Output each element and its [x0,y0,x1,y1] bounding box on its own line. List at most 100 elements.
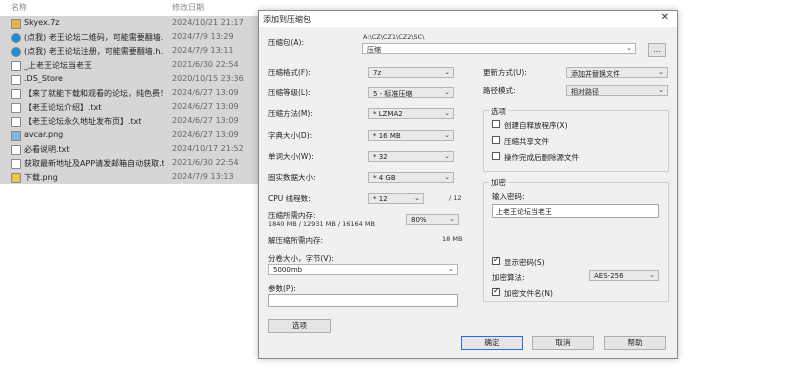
enc-method-select[interactable]: AES-256 ⌄ [589,270,659,281]
file-row[interactable]: .DS_Store 2020/10/15 23:36 [0,72,262,86]
format-label: 压缩格式(F): [268,68,311,77]
file-row[interactable]: (点我) 老王论坛二维码，可能需要翻墙... 2024/7/9 13:29 [0,30,262,44]
method-value: * LZMA2 [373,110,403,118]
update-select[interactable]: 添加并替换文件 ⌄ [566,67,668,78]
dict-label: 字典大小(D): [268,131,313,140]
file-date: 2021/6/30 22:54 [172,60,239,69]
chevron-down-icon: ⌄ [444,68,450,76]
file-name: avcar.png [24,130,64,139]
file-row[interactable]: (点我) 老王论坛注册，可能需要翻墙.h... 2024/7/9 13:11 [0,44,262,58]
text-file-icon [11,117,21,127]
close-icon[interactable]: ✕ [661,12,669,23]
solid-select[interactable]: * 4 GB ⌄ [368,172,454,183]
solid-label: 固实数据大小: [268,173,316,182]
add-to-archive-dialog: 添加到压缩包 ✕ 压缩包(A): A:\CZ\CZ1\CZ2\SC\ 压缩 ⌄ … [258,10,678,359]
file-date: 2024/10/21 21:17 [172,18,244,27]
dialog-titlebar: 添加到压缩包 ✕ [259,11,677,27]
text-file-icon [11,103,21,113]
file-row[interactable]: 下载.png 2024/7/9 13:13 [0,170,262,184]
delete-checkbox[interactable] [492,152,500,160]
options-button[interactable]: 选项 [268,319,331,333]
file-date: 2024/10/17 21:52 [172,144,244,153]
file-row[interactable]: 【老王论坛永久地址发布页】.txt 2024/6/27 13:09 [0,114,262,128]
folder-zip-icon [11,19,21,29]
word-value: * 32 [373,153,388,161]
word-label: 单词大小(W): [268,152,314,161]
image-icon [11,173,21,183]
enc-method-label: 加密算法: [492,273,525,282]
chevron-down-icon: ⌄ [444,152,450,160]
file-row[interactable]: avcar.png 2024/6/27 13:09 [0,128,262,142]
level-select[interactable]: 5 - 标准压缩 ⌄ [368,87,454,98]
shared-checkbox[interactable] [492,136,500,144]
file-row[interactable]: _上老王论坛当老王 2021/6/30 22:54 [0,58,262,72]
method-select[interactable]: * LZMA2 ⌄ [368,108,454,119]
file-name: 必看说明.txt [24,145,70,154]
level-label: 压缩等级(L): [268,88,311,97]
pathmode-value: 相对路径 [571,88,599,96]
file-date: 2024/6/27 13:09 [172,88,239,97]
mem-percent-select[interactable]: 80% ⌄ [406,214,459,225]
solid-value: * 4 GB [373,174,396,182]
file-icon [11,75,21,85]
cancel-button[interactable]: 取消 [532,336,594,350]
split-label: 分卷大小，字节(V): [268,254,335,263]
chevron-down-icon: ⌄ [444,109,450,117]
shared-label: 压缩共享文件 [504,137,549,146]
file-name: (点我) 老王论坛二维码，可能需要翻墙... [24,33,164,42]
file-date: 2024/6/27 13:09 [172,116,239,125]
params-field[interactable] [268,294,458,307]
update-label: 更新方式(U): [483,68,527,77]
chevron-down-icon: ⌄ [658,86,664,94]
archive-name-combo[interactable]: 压缩 ⌄ [362,43,636,54]
dict-select[interactable]: * 16 MB ⌄ [368,130,454,141]
password-field[interactable]: 上老王论坛当老王 [492,204,659,218]
file-name: 下载.png [24,173,58,182]
file-row[interactable]: 【老王论坛介绍】.txt 2024/6/27 13:09 [0,100,262,114]
pathmode-select[interactable]: 相对路径 ⌄ [566,85,668,96]
chevron-down-icon: ⌄ [658,68,664,76]
split-combo[interactable]: 5000mb ⌄ [268,264,458,275]
delete-label: 操作完成后删除源文件 [504,153,579,162]
sfx-label: 创建自释放程序(X) [504,121,568,130]
mem-values: 1840 MB / 12931 MB / 16164 MB [268,220,375,228]
file-date: 2020/10/15 23:36 [172,74,244,83]
options-group-label: 选项 [489,106,508,117]
threads-max: / 12 [449,194,462,202]
file-row[interactable]: 【来了就能下载和观看的论坛，纯色费！... 2024/6/27 13:09 [0,86,262,100]
decomp-label: 解压缩所需内存: [268,236,324,245]
column-name-header[interactable]: 名称 [11,2,27,13]
dict-value: * 16 MB [373,132,401,140]
enc-method-value: AES-256 [594,272,624,280]
sfx-checkbox[interactable] [492,120,500,128]
format-select[interactable]: 7z ⌄ [368,67,454,78]
file-date: 2024/7/9 13:29 [172,32,234,41]
encryption-group-label: 加密 [489,177,508,188]
image-icon [11,131,21,141]
encrypt-names-checkbox[interactable] [492,286,500,296]
browse-button[interactable]: ... [648,43,666,57]
params-label: 参数(P): [268,284,296,293]
show-password-checkbox[interactable] [492,255,500,265]
word-select[interactable]: * 32 ⌄ [368,151,454,162]
file-date: 2021/6/30 22:54 [172,158,239,167]
file-name: (点我) 老王论坛注册，可能需要翻墙.h... [24,47,164,56]
file-row[interactable]: Skyex.7z 2024/10/21 21:17 [0,16,262,30]
dialog-title: 添加到压缩包 [263,15,311,24]
file-date: 2024/6/27 13:09 [172,130,239,139]
file-name: _上老王论坛当老王 [24,61,92,70]
file-row[interactable]: 必看说明.txt 2024/10/17 21:52 [0,142,262,156]
chevron-down-icon: ⌄ [449,215,455,223]
column-date-header[interactable]: 修改日期 [172,2,204,13]
edge-icon [11,33,21,43]
file-row[interactable]: 获取最新地址及APP请发邮箱自动获取.txt 2021/6/30 22:54 [0,156,262,170]
decomp-value: 18 MB [442,235,463,243]
archive-path: A:\CZ\CZ1\CZ2\SC\ [363,33,425,41]
password-value: 上老王论坛当老王 [496,208,552,216]
threads-select[interactable]: * 12 ⌄ [368,193,424,204]
ok-button[interactable]: 确定 [461,336,523,350]
edge-icon [11,47,21,57]
file-icon [11,61,21,71]
method-label: 压缩方法(M): [268,109,313,118]
help-button[interactable]: 帮助 [604,336,666,350]
